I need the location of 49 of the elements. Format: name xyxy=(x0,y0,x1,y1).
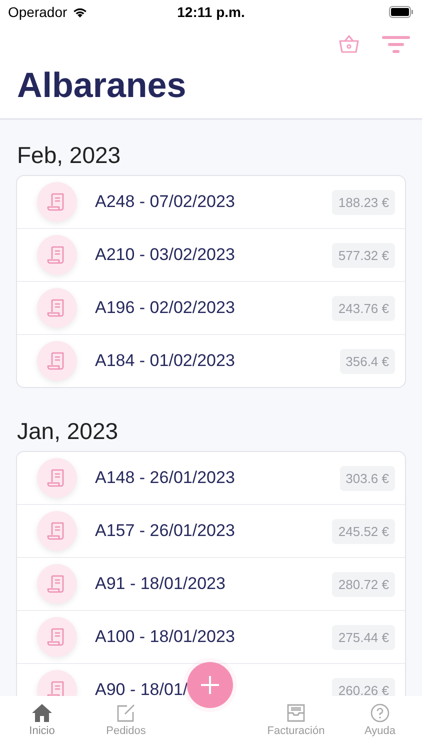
receipt-icon xyxy=(37,341,77,381)
amount-badge: 303.6 € xyxy=(340,466,395,490)
wifi-icon xyxy=(72,6,88,18)
help-icon xyxy=(370,703,390,723)
basket-icon[interactable] xyxy=(338,34,360,54)
month-heading: Jan, 2023 xyxy=(16,417,120,446)
amount-badge: 275.44 € xyxy=(332,624,395,650)
amount-badge: 243.76 € xyxy=(332,296,395,320)
filter-icon[interactable] xyxy=(382,35,410,53)
amount-badge: 356.4 € xyxy=(340,348,395,374)
delivery-note-title: A157 - 26/01/2023 xyxy=(95,521,235,541)
home-icon xyxy=(31,703,53,723)
battery-icon xyxy=(389,6,414,18)
receipt-icon xyxy=(37,617,77,657)
list-item[interactable]: A148 - 26/01/2023 303.6 € xyxy=(17,452,405,504)
amount-badge: 577.32 € xyxy=(332,242,395,268)
receipt-icon xyxy=(37,235,77,275)
tab-item[interactable]: Inicio xyxy=(0,703,84,737)
page-title: Albaranes xyxy=(0,64,422,120)
delivery-note-title: A100 - 18/01/2023 xyxy=(95,627,235,647)
receipt-icon xyxy=(37,288,77,328)
delivery-note-title: A196 - 02/02/2023 xyxy=(95,298,235,318)
amount-badge: 245.52 € xyxy=(332,518,395,544)
list-item[interactable]: A100 - 18/01/2023 275.44 € xyxy=(17,610,405,663)
receipt-icon xyxy=(37,458,77,498)
clock-time: 12:11 p.m. xyxy=(177,4,245,20)
carrier-name: Operador xyxy=(8,4,68,20)
plus-icon xyxy=(200,675,220,695)
list-item[interactable]: A196 - 02/02/2023 243.76 € xyxy=(17,281,405,334)
amount-badge: 188.23 € xyxy=(332,190,395,214)
list-item[interactable]: A157 - 26/01/2023 245.52 € xyxy=(17,504,405,557)
delivery-note-title: A248 - 07/02/2023 xyxy=(95,192,235,212)
inbox-icon xyxy=(285,703,307,723)
receipt-icon xyxy=(37,511,77,551)
delivery-note-title: A210 - 03/02/2023 xyxy=(95,245,235,265)
month-heading: Feb, 2023 xyxy=(16,141,122,170)
receipt-icon xyxy=(37,182,77,222)
delivery-note-title: A90 - 18/01/ xyxy=(95,680,188,696)
list-item[interactable]: A184 - 01/02/2023 356.4 € xyxy=(17,334,405,387)
list-item[interactable]: A91 - 18/01/2023 280.72 € xyxy=(17,557,405,610)
receipt-icon xyxy=(37,564,77,604)
edit-icon xyxy=(116,703,136,723)
amount-badge: 280.72 € xyxy=(332,572,395,596)
list-item[interactable]: A248 - 07/02/2023 188.23 € xyxy=(17,176,405,228)
list-item[interactable]: A210 - 03/02/2023 577.32 € xyxy=(17,228,405,281)
delivery-note-title: A91 - 18/01/2023 xyxy=(95,574,226,594)
delivery-note-title: A184 - 01/02/2023 xyxy=(95,351,235,371)
amount-badge: 260.26 € xyxy=(332,678,395,696)
delivery-note-title: A148 - 26/01/2023 xyxy=(95,468,235,488)
